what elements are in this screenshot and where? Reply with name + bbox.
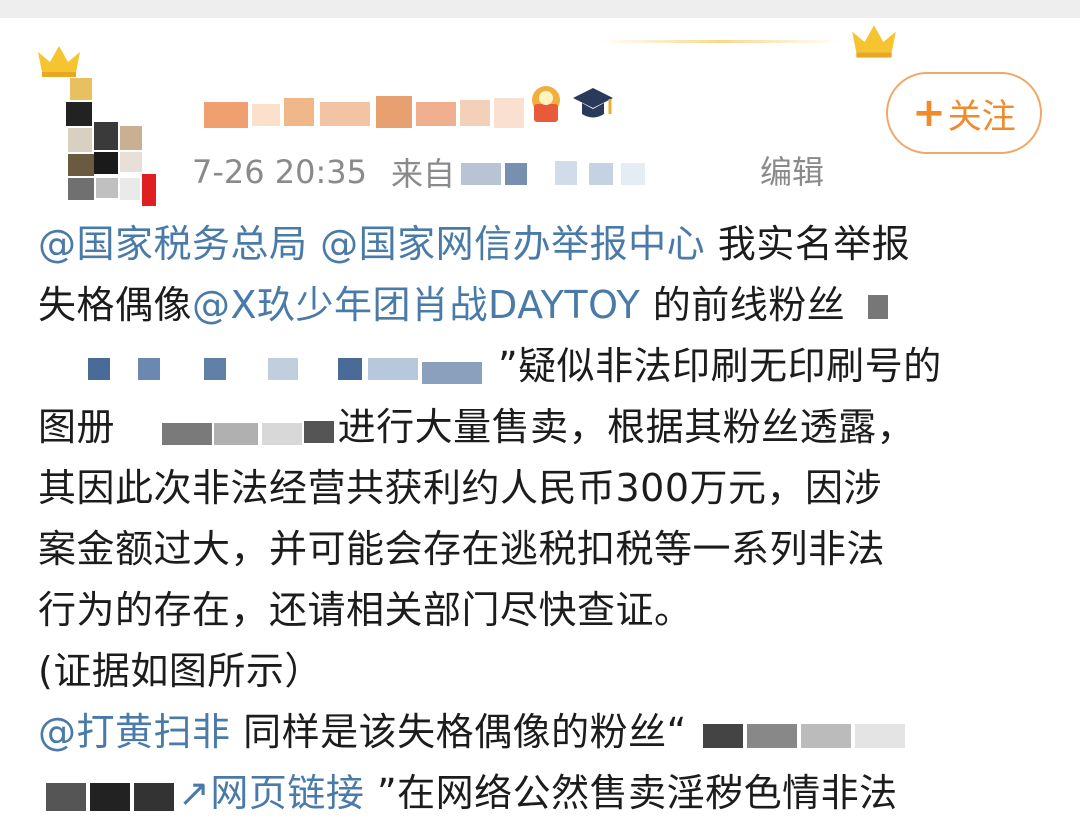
body-text: 进行大量售卖，根据其粉丝透露， bbox=[337, 405, 916, 449]
redacted-block bbox=[38, 779, 178, 813]
body-text: 图册 bbox=[38, 405, 116, 449]
body-line: 失格偶像@X玖少年团肖战DAYTOY 的前线粉丝 bbox=[38, 275, 1058, 336]
redacted-block bbox=[699, 718, 919, 752]
plus-icon: + bbox=[912, 90, 946, 136]
web-link[interactable]: 网页链接 bbox=[210, 771, 364, 815]
post-source-blurred[interactable] bbox=[459, 157, 649, 187]
graduation-cap-icon[interactable] bbox=[570, 84, 616, 124]
body-line: 行为的存在，还请相关部门尽快查证。 bbox=[38, 588, 693, 632]
decorative-line bbox=[600, 40, 840, 43]
redacted-block bbox=[858, 291, 918, 325]
mention-link[interactable]: @打黄扫非 bbox=[38, 710, 231, 754]
body-text: 同样是该失格偶像的粉丝“ bbox=[230, 710, 687, 754]
edit-link[interactable]: 编辑 bbox=[760, 152, 824, 192]
link-icon: ↗ bbox=[178, 771, 211, 815]
body-text: ”疑似非法印刷无印刷号的 bbox=[498, 344, 942, 388]
body-line: ↗网页链接 ”在网络公然售卖淫秽色情非法 bbox=[38, 763, 1058, 824]
post-timestamp: 7-26 20:35 bbox=[192, 153, 368, 191]
medal-badge-icon[interactable] bbox=[526, 82, 566, 126]
mention-link[interactable]: @国家税务总局 bbox=[38, 222, 308, 266]
avatar[interactable] bbox=[58, 70, 168, 210]
post-meta: 7-26 20:35 来自 bbox=[192, 152, 649, 193]
body-text: ”在网络公然售卖淫秽色情非法 bbox=[364, 771, 898, 815]
post-body: @国家税务总局 @国家网信办举报中心 我实名举报 失格偶像@X玖少年团肖战DAY… bbox=[38, 214, 1058, 824]
body-line: @国家税务总局 @国家网信办举报中心 我实名举报 bbox=[38, 214, 1058, 275]
crown-icon bbox=[852, 25, 896, 58]
mention-link[interactable]: @国家网信办举报中心 bbox=[320, 222, 705, 266]
body-line: 其因此次非法经营共获利约人民币300万元，因涉 bbox=[38, 466, 883, 510]
redacted-block bbox=[128, 413, 338, 447]
body-line: 图册 进行大量售卖，根据其粉丝透露， bbox=[38, 397, 1058, 458]
body-text: 我实名举报 bbox=[705, 222, 911, 266]
username-blurred[interactable] bbox=[200, 96, 530, 130]
body-text: 的前线粉丝 bbox=[640, 283, 846, 327]
body-line: @打黄扫非 同样是该失格偶像的粉丝“ bbox=[38, 702, 1058, 763]
body-line: ”疑似非法印刷无印刷号的 bbox=[38, 336, 1058, 397]
follow-label: 关注 bbox=[947, 96, 1016, 137]
body-line: (证据如图所示） bbox=[38, 649, 323, 693]
mention-link[interactable]: @X玖少年团肖战DAYTOY bbox=[192, 283, 640, 327]
post-source-prefix: 来自 bbox=[391, 155, 456, 193]
redacted-block bbox=[38, 352, 498, 386]
body-line: 案金额过大，并可能会存在逃税扣税等一系列非法 bbox=[38, 527, 886, 571]
follow-button[interactable]: + 关注 bbox=[886, 72, 1042, 154]
post-header: 7-26 20:35 来自 编辑 + 关注 bbox=[0, 18, 1080, 208]
body-text: 失格偶像 bbox=[38, 283, 193, 327]
top-bar bbox=[0, 0, 1080, 18]
